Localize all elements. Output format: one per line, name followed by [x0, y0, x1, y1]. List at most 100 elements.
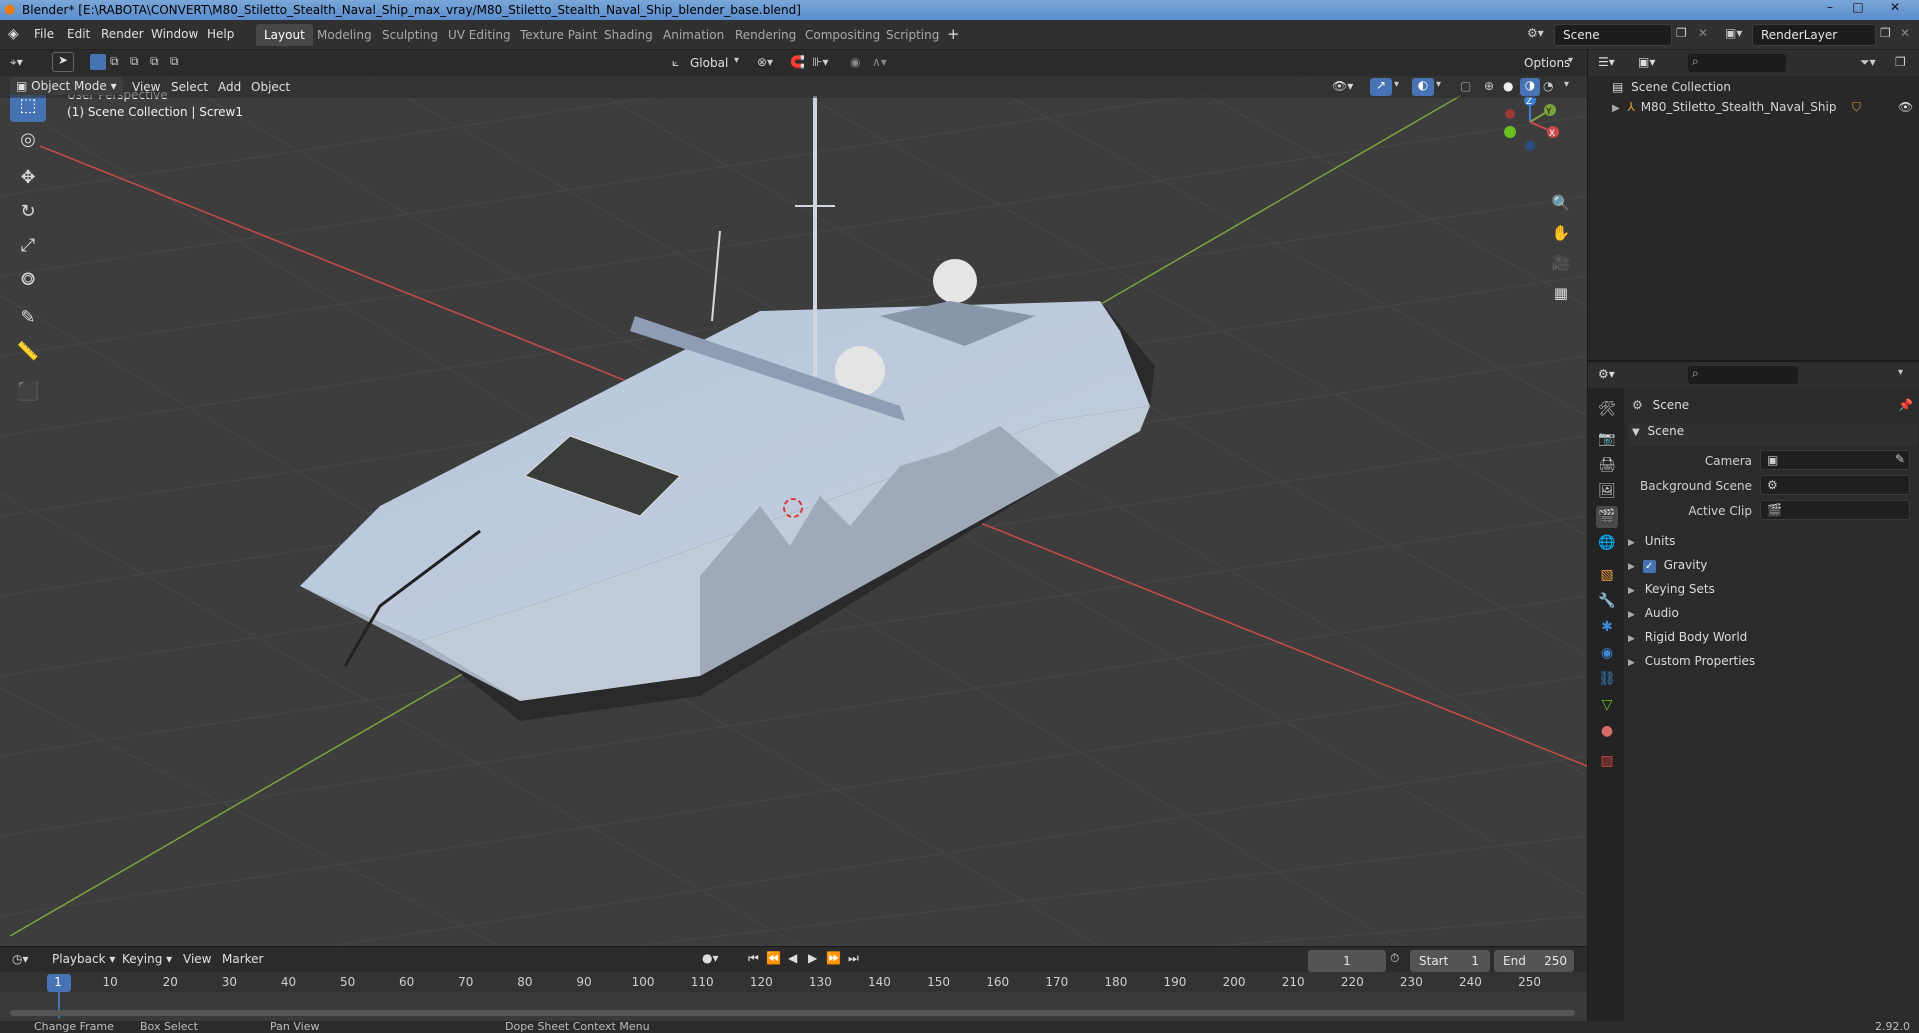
- add-cube-tool[interactable]: ⬛: [10, 376, 46, 408]
- pivot-point-icon[interactable]: ⊗▾: [757, 55, 773, 69]
- render-tab-icon[interactable]: 📷: [1596, 428, 1618, 450]
- zoom-icon[interactable]: 🔍: [1548, 190, 1574, 216]
- world-tab-icon[interactable]: 🌐: [1596, 532, 1618, 554]
- viewport-menu-view[interactable]: View: [132, 80, 160, 94]
- overlay-chevron-down-icon[interactable]: ▾: [1436, 79, 1441, 90]
- wireframe-shading-icon[interactable]: ⊕: [1484, 79, 1494, 93]
- tab-rendering[interactable]: Rendering: [727, 24, 804, 46]
- keying-sets-section[interactable]: ▶ Keying Sets: [1628, 582, 1715, 596]
- modifier-icon[interactable]: ⛉: [1852, 100, 1861, 115]
- modifier-tab-icon[interactable]: 🔧: [1596, 590, 1618, 612]
- eyedropper-icon[interactable]: ✎: [1895, 452, 1905, 466]
- close-button[interactable]: ✕: [1875, 0, 1915, 18]
- view-layer-tab-icon[interactable]: 🖼: [1596, 480, 1618, 502]
- select-mode-icon[interactable]: ➤: [52, 52, 74, 72]
- tab-compositing[interactable]: Compositing: [797, 24, 888, 46]
- texture-tab-icon[interactable]: ▨: [1596, 750, 1618, 772]
- select-extend-icon[interactable]: ⧉: [110, 54, 119, 69]
- scene-panel-header[interactable]: ▼ Scene: [1628, 424, 1918, 446]
- snap-icon[interactable]: 🧲: [790, 55, 805, 69]
- preview-range-icon[interactable]: ⏱: [1390, 951, 1399, 966]
- move-tool[interactable]: ✥: [10, 162, 46, 194]
- visibility-icon[interactable]: 👁▾: [1332, 79, 1353, 93]
- current-frame-field[interactable]: 1: [1308, 950, 1386, 972]
- timeline-menu-playback[interactable]: Playback ▾: [52, 952, 115, 966]
- editor-type-icon[interactable]: ⌖▾: [10, 55, 23, 70]
- outliner-root-row[interactable]: ▤ Scene Collection: [1612, 80, 1731, 94]
- scene-field[interactable]: Scene: [1554, 24, 1672, 46]
- select-invert-icon[interactable]: ⧉: [150, 54, 159, 69]
- timeline-menu-marker[interactable]: Marker: [222, 952, 263, 966]
- tab-scripting[interactable]: Scripting: [878, 24, 947, 46]
- tool-tab-icon[interactable]: 🛠: [1596, 398, 1618, 420]
- maximize-button[interactable]: □: [1845, 0, 1871, 18]
- play-reverse-icon[interactable]: ◀: [788, 951, 797, 965]
- 3d-viewport[interactable]: User Perspective (1) Scene Collection | …: [0, 76, 1587, 946]
- frame-ruler[interactable]: 1 10 20 30 40 50 60 70 80 90 100 110 120 130 140 150 160…: [0, 972, 1587, 992]
- tab-shading[interactable]: Shading: [596, 24, 661, 46]
- timeline-menu-view[interactable]: View: [183, 952, 211, 966]
- annotate-tool[interactable]: ✎: [10, 302, 46, 334]
- solid-shading-icon[interactable]: ●: [1503, 79, 1513, 93]
- viewport-menu-add[interactable]: Add: [218, 80, 241, 94]
- output-tab-icon[interactable]: 🖨: [1596, 454, 1618, 476]
- tab-texture-paint[interactable]: Texture Paint: [512, 24, 605, 46]
- background-scene-field[interactable]: ⚙: [1760, 475, 1910, 495]
- eye-icon[interactable]: 👁: [1898, 100, 1913, 114]
- expand-arrow-icon[interactable]: ▶: [1612, 103, 1620, 114]
- blender-menu-icon[interactable]: ◈: [8, 26, 19, 42]
- select-new-icon[interactable]: [90, 54, 106, 70]
- play-icon[interactable]: ▶: [808, 951, 817, 965]
- options-chevron-down-icon[interactable]: ▾: [1568, 55, 1573, 66]
- display-mode-icon[interactable]: ▣▾: [1638, 55, 1655, 69]
- overlay-toggle-icon[interactable]: ◐: [1412, 78, 1434, 96]
- tab-layout[interactable]: Layout: [256, 24, 313, 46]
- data-tab-icon[interactable]: ▽: [1596, 694, 1618, 716]
- outliner-search-field[interactable]: [1688, 54, 1786, 72]
- minimize-button[interactable]: –: [1817, 0, 1843, 18]
- navigation-gizmo[interactable]: Z Y X: [1495, 92, 1565, 162]
- material-tab-icon[interactable]: ●: [1596, 720, 1618, 742]
- tab-sculpting[interactable]: Sculpting: [374, 24, 446, 46]
- mode-dropdown[interactable]: ▣ Object Mode ▾: [10, 77, 123, 95]
- object-tab-icon[interactable]: ▧: [1596, 564, 1618, 586]
- auto-keying-icon[interactable]: ●▾: [702, 951, 719, 965]
- scale-tool[interactable]: ⤢: [10, 230, 46, 262]
- proportional-edit-icon[interactable]: ◉: [850, 55, 860, 69]
- active-clip-field[interactable]: 🎬: [1760, 500, 1910, 520]
- material-shading-icon[interactable]: ◑: [1520, 78, 1540, 96]
- start-frame-field[interactable]: Start 1: [1410, 950, 1490, 972]
- timeline-scrollbar[interactable]: [10, 1010, 1575, 1016]
- rigid-body-world-section[interactable]: ▶ Rigid Body World: [1628, 630, 1747, 644]
- delete-scene-icon[interactable]: ✕: [1698, 26, 1708, 40]
- viewport-menu-object[interactable]: Object: [251, 80, 290, 94]
- new-layer-icon[interactable]: ❐: [1880, 26, 1891, 40]
- snap-target-icon[interactable]: ⊪▾: [812, 55, 828, 69]
- constraints-tab-icon[interactable]: ⛓: [1596, 668, 1618, 690]
- gizmo-toggle-icon[interactable]: ↗: [1370, 78, 1392, 96]
- select-intersect-icon[interactable]: ⧉: [170, 54, 179, 69]
- jump-start-icon[interactable]: ⏮: [748, 951, 759, 966]
- renderlayer-selector-icon[interactable]: ▣▾: [1725, 26, 1742, 40]
- renderlayer-field[interactable]: RenderLayer: [1752, 24, 1876, 46]
- shading-chevron-down-icon[interactable]: ▾: [1564, 79, 1569, 90]
- transform-tool[interactable]: ⭗: [10, 264, 46, 296]
- viewport-menu-select[interactable]: Select: [171, 80, 208, 94]
- new-collection-icon[interactable]: ❐: [1895, 55, 1906, 69]
- cursor-tool[interactable]: ◎: [10, 124, 46, 156]
- transform-orientation-dropdown[interactable]: Global: [690, 56, 728, 70]
- camera-view-icon[interactable]: 🎥: [1548, 250, 1574, 276]
- timeline-menu-keying[interactable]: Keying ▾: [122, 952, 172, 966]
- scene-tab-icon[interactable]: 🎬: [1596, 506, 1618, 528]
- pin-icon[interactable]: 📌: [1898, 398, 1913, 412]
- pan-hand-icon[interactable]: ✋: [1548, 220, 1574, 246]
- orientation-chevron-down-icon[interactable]: ▾: [734, 55, 739, 66]
- timeline-editor-icon[interactable]: ◷▾: [12, 952, 29, 966]
- menu-render[interactable]: Render: [101, 27, 144, 41]
- end-frame-field[interactable]: End 250: [1494, 950, 1574, 972]
- properties-editor-icon[interactable]: ⚙▾: [1598, 367, 1615, 381]
- new-scene-icon[interactable]: ❐: [1676, 26, 1687, 40]
- jump-keyframe-back-icon[interactable]: ⏪: [766, 951, 781, 965]
- outliner-item[interactable]: ▶ ⅄ M80_Stiletto_Stealth_Naval_Ship ⛉ 👁: [1612, 100, 1913, 115]
- menu-file[interactable]: File: [34, 27, 54, 41]
